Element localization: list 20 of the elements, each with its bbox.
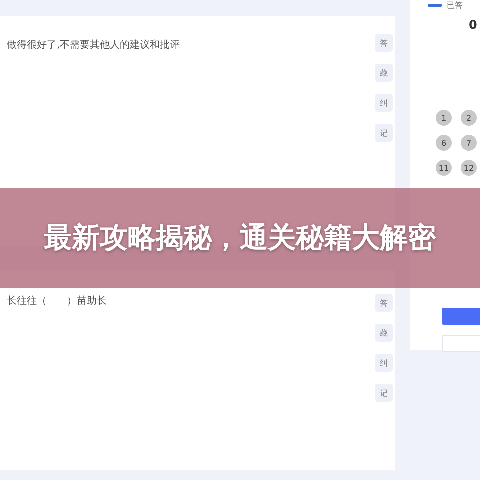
question-number[interactable]: 11 [436, 160, 452, 176]
question-number[interactable]: 2 [461, 110, 477, 126]
question-text: 长往往（ ）苗助长 [7, 294, 107, 308]
tool-button[interactable]: 纠 [375, 94, 393, 112]
tool-button[interactable]: 记 [375, 384, 393, 402]
question-number[interactable]: 7 [461, 135, 477, 151]
tool-button[interactable]: 藏 [375, 324, 393, 342]
banner-title: 最新攻略揭秘，通关秘籍大解密 [43, 220, 437, 256]
tool-button[interactable]: 记 [375, 124, 393, 142]
tool-button[interactable]: 纠 [375, 354, 393, 372]
legend-label: 已答 [447, 0, 463, 10]
question-number[interactable]: 1 [436, 110, 452, 126]
question-text: 做得很好了,不需要其他人的建议和批评 [7, 38, 180, 52]
tool-button[interactable]: 答 [375, 34, 393, 52]
tool-button[interactable]: 答 [375, 294, 393, 312]
answered-legend-icon [428, 4, 442, 6]
question-number[interactable]: 6 [436, 135, 452, 151]
question-number[interactable]: 12 [461, 160, 477, 176]
tool-button[interactable]: 藏 [375, 64, 393, 82]
answered-count: 0 [469, 18, 478, 34]
